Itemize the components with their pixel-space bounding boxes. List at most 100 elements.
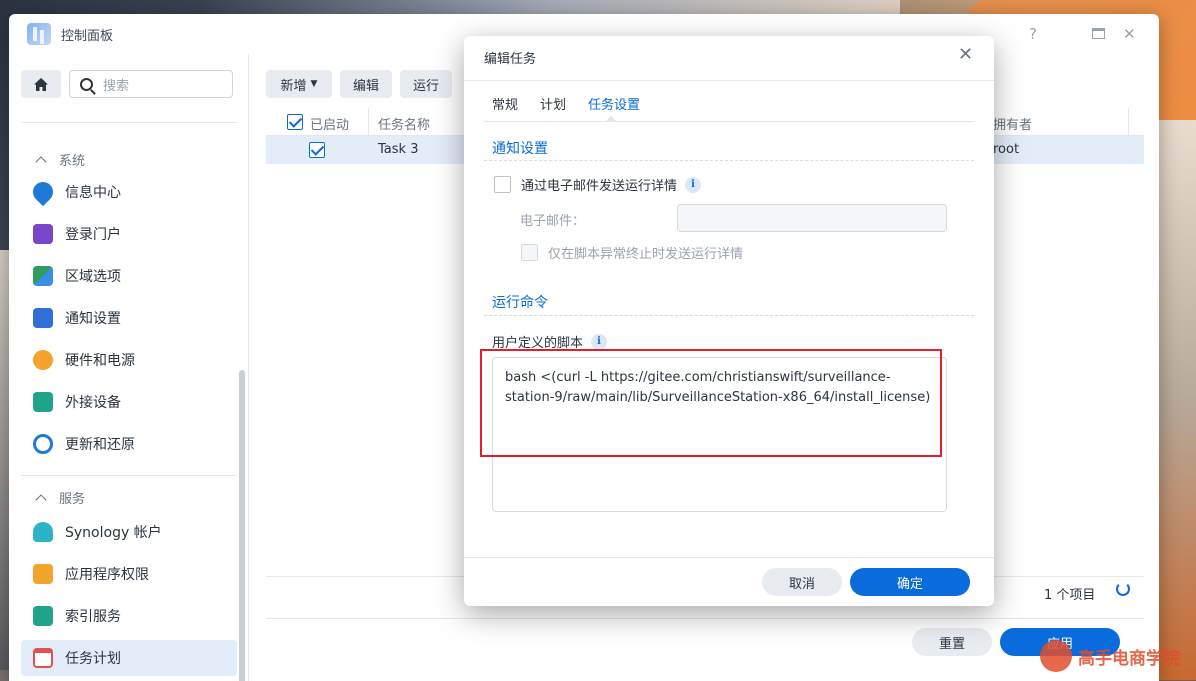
maximize-icon[interactable] xyxy=(1092,28,1105,39)
sidebar-item-label: 应用程序权限 xyxy=(65,567,149,583)
search-placeholder: 搜索 xyxy=(103,78,130,94)
owner-cell: root xyxy=(993,142,1020,157)
chevron-up-icon xyxy=(35,493,47,506)
divider xyxy=(484,160,974,161)
sidebar-item-label: Synology 帐户 xyxy=(65,525,162,541)
home-icon xyxy=(34,77,48,91)
account-icon xyxy=(33,522,53,542)
sidebar-item-label: 索引服务 xyxy=(65,609,121,625)
cancel-button[interactable]: 取消 xyxy=(762,568,842,596)
section-label: 系统 xyxy=(59,154,86,169)
col-owner[interactable]: 拥有者 xyxy=(993,114,1032,133)
window-title: 控制面板 xyxy=(61,28,114,44)
section-services[interactable]: 服务 xyxy=(35,488,86,507)
tab-task-settings[interactable]: 任务设置 xyxy=(588,94,640,113)
sidebar-item-label: 登录门户 xyxy=(65,227,121,243)
sidebar-item-app-permissions[interactable]: 应用程序权限 xyxy=(21,556,237,592)
region-icon xyxy=(33,266,53,286)
section-system[interactable]: 系统 xyxy=(35,150,86,169)
close-icon[interactable]: ✕ xyxy=(1123,25,1136,43)
sidebar-item-task-scheduler[interactable]: 任务计划 xyxy=(21,640,237,676)
reset-button[interactable]: 重置 xyxy=(912,628,992,656)
item-count: 1 个项目 xyxy=(1044,588,1096,603)
external-device-icon xyxy=(33,392,53,412)
sidebar-item-label: 硬件和电源 xyxy=(65,353,135,369)
email-label: 电子邮件： xyxy=(520,214,586,229)
edit-task-dialog: 编辑任务 ✕ 常规 计划 任务设置 通知设置 通过电子邮件发送运行详情 i 电子… xyxy=(464,36,994,606)
watermark-logo xyxy=(1040,640,1072,672)
caret-down-icon: ▼ xyxy=(310,79,318,89)
abnormal-only-label: 仅在脚本异常终止时发送运行详情 xyxy=(548,247,744,262)
sidebar-item-label: 信息中心 xyxy=(65,185,121,201)
task-name-cell: Task 3 xyxy=(378,142,419,157)
email-option[interactable]: 通过电子邮件发送运行详情 i xyxy=(494,175,702,194)
info-icon xyxy=(28,177,58,207)
run-button[interactable]: 运行 xyxy=(400,70,452,98)
calendar-icon xyxy=(33,648,53,668)
chevron-up-icon xyxy=(35,155,47,168)
abnormal-only-checkbox[interactable] xyxy=(521,244,538,261)
add-button[interactable]: 新增 ▼ xyxy=(266,70,332,98)
refresh-icon[interactable] xyxy=(1116,582,1130,596)
search-icon xyxy=(80,77,93,91)
select-all-checkbox[interactable] xyxy=(287,114,303,130)
column-separator xyxy=(368,108,369,136)
home-button[interactable] xyxy=(21,70,61,98)
run-section-title: 运行命令 xyxy=(492,295,548,311)
sidebar-item-indexing[interactable]: 索引服务 xyxy=(21,598,237,634)
help-icon[interactable]: ? xyxy=(1029,25,1037,43)
sidebar-item-login-portal[interactable]: 登录门户 xyxy=(21,216,237,252)
sidebar-item-synology-account[interactable]: Synology 帐户 xyxy=(21,514,237,550)
index-icon xyxy=(33,606,53,626)
divider xyxy=(484,315,974,316)
divider xyxy=(21,122,237,123)
notify-section-title: 通知设置 xyxy=(492,141,548,157)
sidebar-item-label: 通知设置 xyxy=(65,311,121,327)
info-icon[interactable]: i xyxy=(685,176,702,193)
tab-general[interactable]: 常规 xyxy=(492,94,518,113)
abnormal-only-option[interactable]: 仅在脚本异常终止时发送运行详情 xyxy=(521,243,743,262)
sidebar-item-label: 外接设备 xyxy=(65,395,121,411)
dialog-title: 编辑任务 xyxy=(484,52,537,67)
sidebar-item-label: 区域选项 xyxy=(65,269,121,285)
enabled-checkbox[interactable] xyxy=(309,142,325,158)
sidebar-item-label: 更新和还原 xyxy=(65,437,135,453)
control-panel-icon xyxy=(27,23,51,45)
section-label: 服务 xyxy=(59,492,86,507)
sidebar-item-external-devices[interactable]: 外接设备 xyxy=(21,384,237,420)
close-icon[interactable]: ✕ xyxy=(958,44,973,65)
sidebar-item-label: 任务计划 xyxy=(65,651,121,667)
ok-button[interactable]: 确定 xyxy=(850,568,970,596)
sidebar-item-region[interactable]: 区域选项 xyxy=(21,258,237,294)
login-portal-icon xyxy=(33,224,53,244)
update-icon xyxy=(33,434,53,454)
highlight-annotation-box xyxy=(480,349,942,457)
sidebar-scrollbar[interactable] xyxy=(239,370,245,681)
sidebar-item-info-center[interactable]: 信息中心 xyxy=(21,174,237,210)
edit-button[interactable]: 编辑 xyxy=(340,70,392,98)
divider xyxy=(464,557,994,558)
email-field[interactable] xyxy=(677,204,947,232)
column-separator xyxy=(1128,108,1129,136)
active-tab-indicator xyxy=(605,116,617,122)
watermark: 高手电商学院 xyxy=(1040,636,1190,676)
sidebar: 搜索 系统 信息中心 登录门户 区域选项 通知设置 硬件和电源 外接设备 更新和… xyxy=(9,54,249,681)
sidebar-item-notification[interactable]: 通知设置 xyxy=(21,300,237,336)
add-label: 新增 xyxy=(280,78,307,94)
sidebar-item-hardware-power[interactable]: 硬件和电源 xyxy=(21,342,237,378)
divider xyxy=(464,80,994,81)
watermark-text: 高手电商学院 xyxy=(1078,648,1180,669)
tab-schedule[interactable]: 计划 xyxy=(540,94,566,113)
sidebar-item-update-restore[interactable]: 更新和还原 xyxy=(21,426,237,462)
divider xyxy=(266,618,1144,619)
col-enabled[interactable]: 已启动 xyxy=(310,114,349,133)
notification-icon xyxy=(33,308,53,328)
search-input[interactable]: 搜索 xyxy=(69,70,233,98)
power-icon xyxy=(33,350,53,370)
col-task-name[interactable]: 任务名称 xyxy=(378,114,430,133)
divider xyxy=(21,475,237,476)
lock-icon xyxy=(33,564,53,584)
email-checkbox[interactable] xyxy=(494,176,511,193)
info-icon[interactable]: i xyxy=(591,333,608,350)
tab-underline xyxy=(484,121,974,122)
